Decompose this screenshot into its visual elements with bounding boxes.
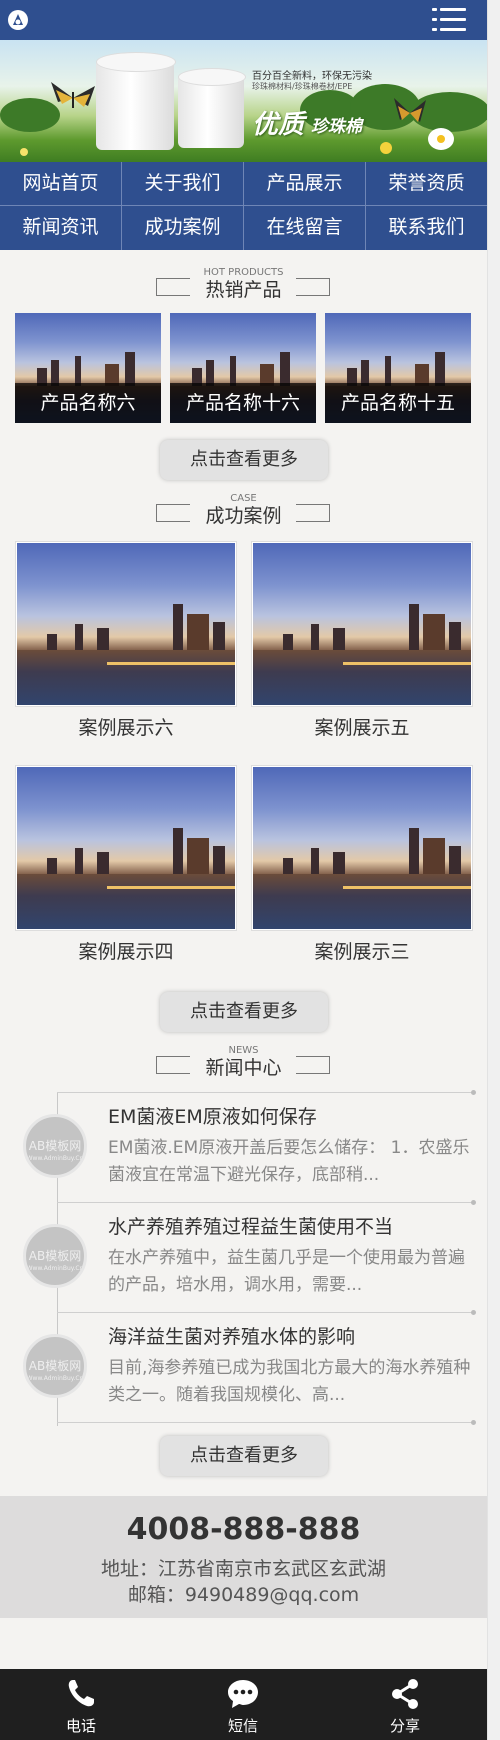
case-card-label: 案例展示五: [314, 717, 410, 739]
main-nav: 网站首页 关于我们 产品展示 荣誉资质 新闻资讯 成功案例 在线留言 联系我们: [0, 162, 487, 250]
sms-button[interactable]: 短信: [162, 1669, 324, 1740]
news-dot: [471, 1200, 476, 1205]
nav-divider: [121, 162, 122, 250]
nav-item-cases[interactable]: 成功案例: [122, 206, 243, 249]
news-item[interactable]: 海洋益生菌对养殖水体的影响 目前,海参养殖已成为我国北方最大的海水养殖种类之一。…: [108, 1324, 476, 1409]
product-card-label: 产品名称十六: [170, 383, 316, 423]
news-dot: [471, 1310, 476, 1315]
news-divider: [57, 1092, 473, 1093]
news-item-desc: 目前,海参养殖已成为我国北方最大的海水养殖种类之一。随着我国规模化、高...: [108, 1358, 471, 1405]
section-title-cases: CASE 成功案例: [0, 493, 487, 527]
product-card-label: 产品名称十五: [325, 383, 471, 423]
call-button-label: 电话: [65, 1717, 96, 1735]
banner-tagline: 百分百全新料，环保无污染: [252, 71, 372, 82]
section-heading: 新闻中心: [205, 1057, 282, 1079]
logo-icon[interactable]: [8, 10, 28, 30]
share-icon: [392, 1679, 418, 1709]
contact-phone[interactable]: 4008-888-888: [0, 1512, 487, 1547]
phone-icon: [68, 1680, 94, 1707]
product-card[interactable]: 产品名称十五: [325, 313, 471, 423]
news-divider: [57, 1312, 473, 1313]
hamburger-menu-icon[interactable]: [432, 6, 466, 34]
news-more-button[interactable]: 点击查看更多: [160, 1436, 328, 1476]
banner-headline: 优质: [252, 110, 305, 140]
nav-divider: [365, 162, 366, 250]
contact-footer: 4008-888-888 地址：江苏省南京市玄武区玄武湖 邮箱：9490489@…: [0, 1496, 487, 1618]
news-item[interactable]: EM菌液EM原液如何保存 EM菌液.EM原液开盖后要怎么储存： 1．农盛乐菌液宜…: [108, 1104, 476, 1189]
news-divider: [57, 1422, 473, 1423]
news-thumbnail-text: AB模板网: [28, 1139, 82, 1153]
news-item-title[interactable]: 海洋益生菌对养殖水体的影响: [108, 1324, 476, 1350]
page-scrollbar[interactable]: [487, 0, 500, 1740]
products-more-button[interactable]: 点击查看更多: [160, 440, 328, 480]
cases-more-button[interactable]: 点击查看更多: [160, 992, 328, 1032]
section-subtitle: HOT PRODUCTS: [203, 267, 284, 278]
nav-item-message[interactable]: 在线留言: [244, 206, 365, 249]
page: 百分百全新料，环保无污染 珍珠棉材料/珍珠棉卷材/EPE 优质 珍珠棉 网站首页…: [0, 0, 487, 1740]
news-item-desc: EM菌液.EM原液开盖后要怎么储存： 1．农盛乐菌液宜在常温下避光保存，底部稍.…: [108, 1138, 470, 1185]
case-card-label: 案例展示三: [314, 941, 410, 963]
news-thumbnail: AB模板网 Www.AdminBuy.Cn: [23, 1114, 87, 1178]
message-icon: [228, 1680, 258, 1708]
news-item-title[interactable]: 水产养殖养殖过程益生菌使用不当: [108, 1214, 476, 1240]
product-card[interactable]: 产品名称十六: [170, 313, 316, 423]
section-subtitle: NEWS: [228, 1045, 259, 1056]
section-subtitle: CASE: [230, 493, 257, 504]
nav-item-honors[interactable]: 荣誉资质: [366, 162, 487, 205]
banner-image[interactable]: 百分百全新料，环保无污染 珍珠棉材料/珍珠棉卷材/EPE 优质 珍珠棉: [0, 40, 487, 162]
case-card-label: 案例展示四: [78, 941, 174, 963]
butterfly-icon: [51, 82, 95, 108]
nav-item-products[interactable]: 产品展示: [244, 162, 365, 205]
top-header: [0, 0, 487, 40]
news-item[interactable]: 水产养殖养殖过程益生菌使用不当 在水产养殖中，益生菌几乎是一个使用最为普遍的产品…: [108, 1214, 476, 1299]
sms-button-label: 短信: [227, 1717, 258, 1735]
call-button[interactable]: 电话: [0, 1669, 162, 1740]
news-item-desc: 在水产养殖中，益生菌几乎是一个使用最为普遍的产品，培水用，调水用，需要...: [108, 1248, 465, 1295]
contact-email[interactable]: 邮箱：9490489@qq.com: [0, 1580, 487, 1607]
news-dot: [471, 1420, 476, 1425]
contact-address: 地址：江苏省南京市玄武区玄武湖: [100, 1558, 386, 1580]
nav-item-home[interactable]: 网站首页: [0, 162, 121, 205]
news-thumbnail-subtext: Www.AdminBuy.Cn: [26, 1155, 84, 1162]
news-list: AB模板网 Www.AdminBuy.Cn EM菌液EM原液如何保存 EM菌液.…: [0, 1090, 487, 1426]
banner-subtagline: 珍珠棉材料/珍珠棉卷材/EPE: [252, 82, 353, 91]
share-button[interactable]: 分享: [324, 1669, 486, 1740]
section-title-news: NEWS 新闻中心: [0, 1045, 487, 1079]
nav-divider: [243, 162, 244, 250]
case-card-label: 案例展示六: [78, 717, 174, 739]
nav-item-contact[interactable]: 联系我们: [366, 206, 487, 249]
banner-headline-small: 珍珠棉: [311, 117, 362, 137]
bottom-action-bar: 电话 短信 分享: [0, 1669, 487, 1740]
nav-item-about[interactable]: 关于我们: [122, 162, 243, 205]
section-heading: 成功案例: [205, 505, 282, 527]
share-button-label: 分享: [389, 1717, 420, 1735]
news-thumbnail-text: AB模板网: [28, 1249, 82, 1263]
news-thumbnail: AB模板网 Www.AdminBuy.Cn: [23, 1224, 87, 1288]
butterfly-icon: [394, 98, 426, 122]
news-item-title[interactable]: EM菌液EM原液如何保存: [108, 1104, 476, 1130]
news-thumbnail: AB模板网 Www.AdminBuy.Cn: [23, 1334, 87, 1398]
section-title-products: HOT PRODUCTS 热销产品: [0, 267, 487, 301]
nav-item-news[interactable]: 新闻资讯: [0, 206, 121, 249]
product-card-label: 产品名称六: [15, 383, 161, 423]
news-thumbnail-text: AB模板网: [28, 1359, 82, 1373]
news-thumbnail-subtext: Www.AdminBuy.Cn: [26, 1375, 84, 1382]
product-card[interactable]: 产品名称六: [15, 313, 161, 423]
news-divider: [57, 1202, 473, 1203]
news-thumbnail-subtext: Www.AdminBuy.Cn: [26, 1265, 84, 1272]
section-heading: 热销产品: [205, 279, 282, 301]
news-dot: [471, 1090, 476, 1095]
